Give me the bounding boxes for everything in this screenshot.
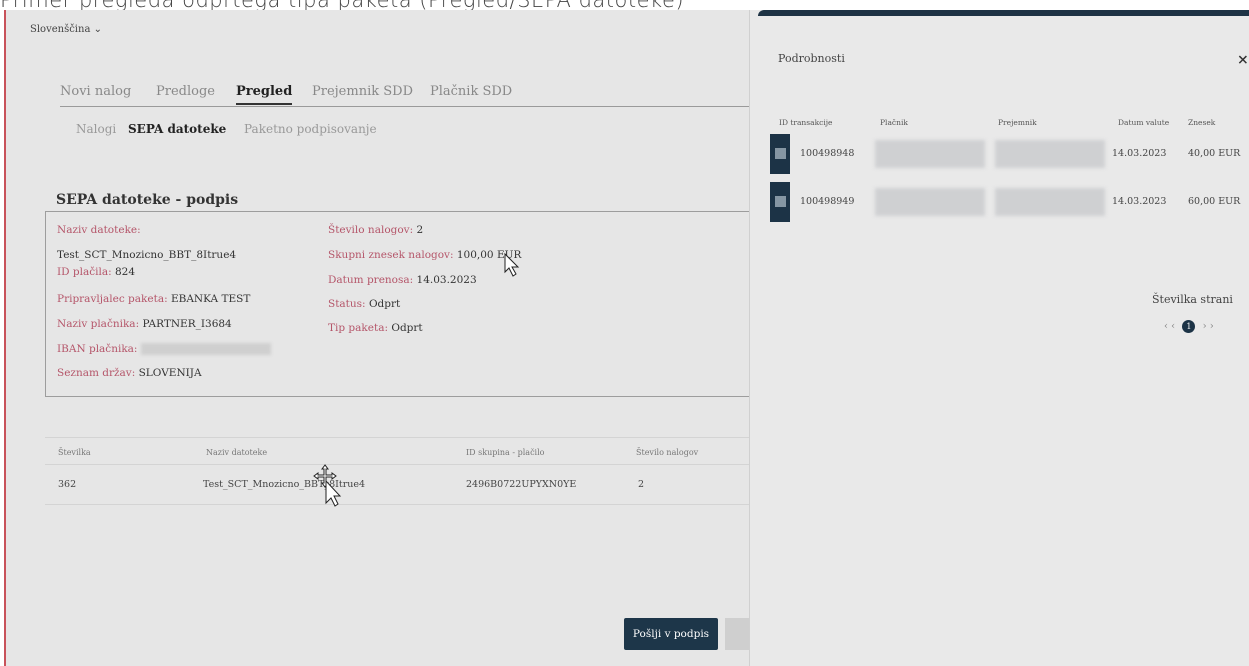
package-info-box: Naziv datoteke: Test_SCT_Mnozicno_BBT_8I… xyxy=(45,211,756,397)
package-type-field: Tip paketa: Odprt xyxy=(328,322,423,334)
payer-redacted xyxy=(875,188,985,216)
payment-id-label: ID plačila: xyxy=(57,266,112,278)
cell-id-skupina: 2496B0722UPYXN0YE xyxy=(466,479,577,490)
table-row-divider xyxy=(45,504,750,505)
total-label: Skupni znesek nalogov: xyxy=(328,249,454,261)
file-name-value-field: Test_SCT_Mnozicno_BBT_8Itrue4 xyxy=(57,249,236,261)
cell-stevilka: 362 xyxy=(58,479,77,490)
transfer-date-field: Datum prenosa: 14.03.2023 xyxy=(328,274,477,286)
panel-table-row[interactable]: 100498949 14.03.2023 60,00 EUR xyxy=(770,182,1249,222)
preparer-value: EBANKA TEST xyxy=(170,293,251,305)
panel-cell-amount: 40,00 EUR xyxy=(1188,148,1241,159)
col-header-id-skupina: ID skupina - plačilo xyxy=(466,448,545,457)
close-icon[interactable]: × xyxy=(1237,52,1249,68)
table-top-divider xyxy=(45,437,750,438)
section-title: SEPA datoteke - podpis xyxy=(56,192,239,208)
panel-col-prejemnik: Prejemnik xyxy=(998,118,1037,127)
col-header-naziv-datoteke: Naziv datoteke xyxy=(206,448,268,457)
language-selector[interactable]: Slovenščina ⌄ xyxy=(30,24,102,35)
tab-novi-nalog[interactable]: Novi nalog xyxy=(60,84,131,99)
country-field: Seznam držav: SLOVENIJA xyxy=(57,367,202,379)
left-accent-bar xyxy=(4,10,6,666)
pager-next-button[interactable]: › › xyxy=(1203,321,1214,332)
panel-top-bar xyxy=(758,10,1249,16)
panel-cell-amount: 60,00 EUR xyxy=(1188,196,1241,207)
country-value: SLOVENIJA xyxy=(138,367,202,379)
panel-cell-id: 100498948 xyxy=(800,148,855,159)
payer-name-value: PARTNER_I3684 xyxy=(142,318,232,330)
iban-redacted xyxy=(140,343,271,355)
package-type-value: Odprt xyxy=(391,322,423,334)
panel-cell-date: 14.03.2023 xyxy=(1112,196,1167,207)
panel-col-znesek: Znesek xyxy=(1188,118,1216,127)
order-count-value: 2 xyxy=(416,224,424,236)
preparer-label: Pripravljalec paketa: xyxy=(57,293,168,305)
file-name-field: Naziv datoteke: xyxy=(57,224,141,236)
subtab-sepa-datoteke[interactable]: SEPA datoteke xyxy=(128,122,226,136)
col-header-stevilo-nalogov: Število nalogov xyxy=(636,448,699,457)
subtab-nalogi[interactable]: Nalogi xyxy=(76,122,116,136)
panel-title: Podrobnosti xyxy=(778,52,845,65)
order-count-field: Število nalogov: 2 xyxy=(328,224,423,236)
pager-current-page[interactable]: 1 xyxy=(1182,320,1196,333)
row-select-checkbox[interactable] xyxy=(770,182,790,222)
iban-label: IBAN plačnika: xyxy=(57,343,138,355)
payment-id-value: 824 xyxy=(114,266,136,278)
iban-field: IBAN plačnika: xyxy=(57,343,271,355)
panel-cell-date: 14.03.2023 xyxy=(1112,148,1167,159)
row-select-checkbox[interactable] xyxy=(770,134,790,174)
recipient-redacted xyxy=(995,140,1105,168)
country-label: Seznam držav: xyxy=(57,367,136,379)
pagination: ‹ ‹ 1 › › xyxy=(1164,320,1214,333)
recipient-redacted xyxy=(995,188,1105,216)
arrow-cursor-icon xyxy=(504,252,520,277)
tab-pregled[interactable]: Pregled xyxy=(236,84,293,105)
cell-stevilo-nalogov: 2 xyxy=(638,479,645,490)
panel-col-placnik: Plačnik xyxy=(880,118,908,127)
order-count-label: Število nalogov: xyxy=(328,224,414,236)
status-value: Odprt xyxy=(368,298,401,310)
file-name-label: Naziv datoteke: xyxy=(57,224,141,236)
payer-name-label: Naziv plačnika: xyxy=(57,318,140,330)
transfer-date-label: Datum prenosa: xyxy=(328,274,414,286)
secondary-button-partial[interactable] xyxy=(725,618,750,650)
move-cursor-icon xyxy=(313,464,342,507)
pager-prev-button[interactable]: ‹ ‹ xyxy=(1164,321,1175,332)
file-name-value: Test_SCT_Mnozicno_BBT_8Itrue4 xyxy=(57,249,237,261)
send-to-sign-button[interactable]: Pošlji v podpis xyxy=(624,618,718,650)
payer-redacted xyxy=(875,140,985,168)
transfer-date-value: 14.03.2023 xyxy=(416,274,477,286)
details-panel: Podrobnosti × ID transakcije Plačnik Pre… xyxy=(749,10,1249,666)
status-label: Status: xyxy=(328,298,366,310)
payment-id-field: ID plačila: 824 xyxy=(57,266,135,278)
payer-name-field: Naziv plačnika: PARTNER_I3684 xyxy=(57,318,232,330)
main-tabs: Novi nalog Predloge Pregled Prejemnik SD… xyxy=(60,84,750,107)
subtab-paketno-podpisovanje[interactable]: Paketno podpisovanje xyxy=(244,122,377,136)
panel-col-id: ID transakcije xyxy=(779,118,833,127)
tab-prejemnik-sdd[interactable]: Prejemnik SDD xyxy=(312,84,413,99)
package-type-label: Tip paketa: xyxy=(328,322,388,334)
panel-table-row[interactable]: 100498948 14.03.2023 40,00 EUR xyxy=(770,134,1249,174)
pager-label: Številka strani xyxy=(1152,293,1233,306)
col-header-stevilka: Številka xyxy=(58,448,91,457)
panel-cell-id: 100498949 xyxy=(800,196,855,207)
tab-placnik-sdd[interactable]: Plačnik SDD xyxy=(430,84,512,99)
panel-col-datum: Datum valute xyxy=(1118,118,1170,127)
total-field: Skupni znesek nalogov: 100,00 EUR xyxy=(328,249,521,261)
status-field: Status: Odprt xyxy=(328,298,400,310)
table-header-divider xyxy=(45,464,750,465)
preparer-field: Pripravljalec paketa: EBANKA TEST xyxy=(57,293,250,305)
tab-predloge[interactable]: Predloge xyxy=(156,84,215,99)
